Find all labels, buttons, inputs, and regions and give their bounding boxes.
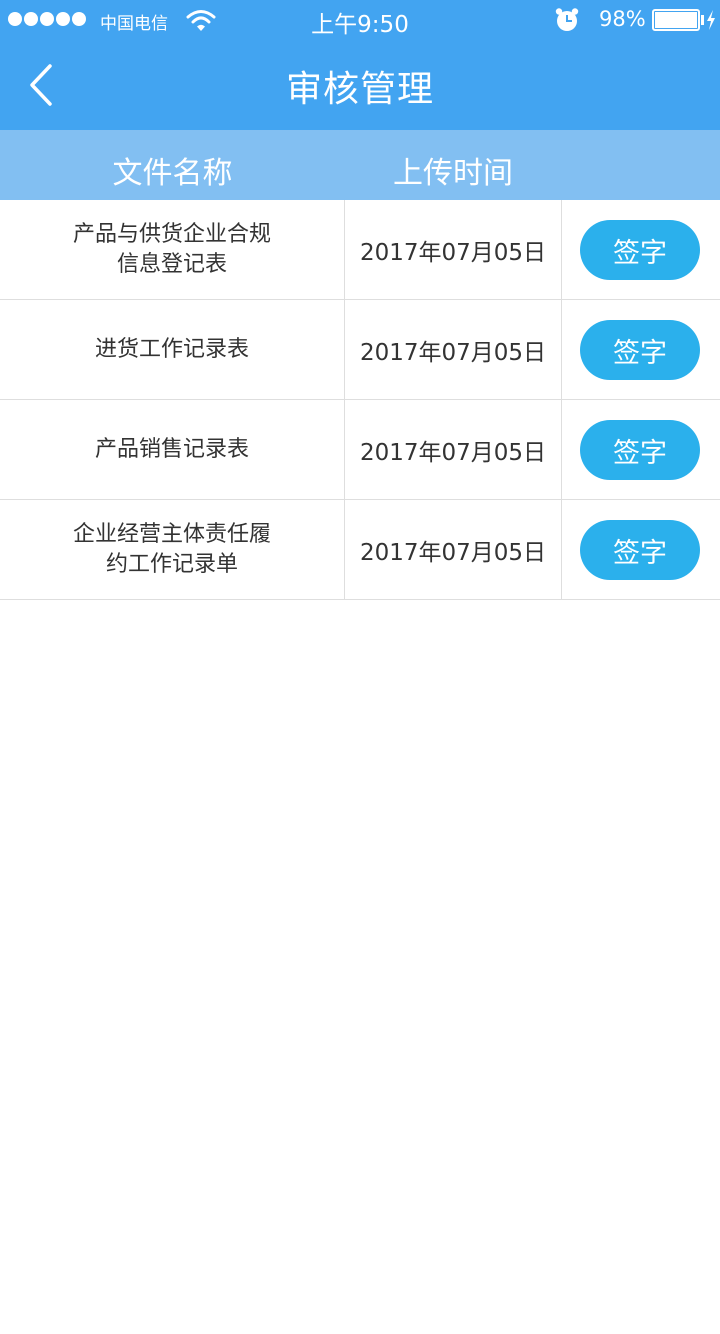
header-upload-time: 上传时间: [393, 156, 513, 191]
table-header: 文件名称 上传时间: [0, 130, 720, 200]
upload-time-cell: 2017年07月05日: [345, 400, 562, 499]
battery-icon: [652, 9, 700, 31]
sign-button[interactable]: 签字: [580, 520, 700, 580]
file-name: 企业经营主体责任履约工作记录单: [72, 521, 271, 577]
sign-button[interactable]: 签字: [580, 220, 700, 280]
header-file-name: 文件名称: [112, 156, 233, 191]
file-name-cell: 进货工作记录表: [0, 300, 345, 399]
charging-bolt-icon: [707, 10, 715, 30]
table-row: 产品与供货企业合规信息登记表 2017年07月05日 签字: [0, 200, 720, 300]
status-bar: 中国电信 上午9:50 98%: [0, 0, 720, 40]
file-name: 进货工作记录表: [94, 336, 249, 362]
sign-button[interactable]: 签字: [580, 420, 700, 480]
file-name: 产品与供货企业合规信息登记表: [72, 221, 271, 277]
table-row: 企业经营主体责任履约工作记录单 2017年07月05日 签字: [0, 500, 720, 600]
file-name-cell: 产品与供货企业合规信息登记表: [0, 200, 345, 299]
table-row: 进货工作记录表 2017年07月05日 签字: [0, 300, 720, 400]
file-name: 产品销售记录表: [94, 436, 249, 462]
table-row: 产品销售记录表 2017年07月05日 签字: [0, 400, 720, 500]
file-name-cell: 企业经营主体责任履约工作记录单: [0, 500, 345, 599]
upload-time-cell: 2017年07月05日: [345, 300, 562, 399]
sign-button[interactable]: 签字: [580, 320, 700, 380]
navigation-bar: 审核管理: [0, 40, 720, 130]
battery-tip: [701, 15, 704, 25]
upload-time-cell: 2017年07月05日: [345, 500, 562, 599]
page-title: 审核管理: [285, 69, 434, 110]
file-name-cell: 产品销售记录表: [0, 400, 345, 499]
alarm-icon: [555, 8, 579, 31]
document-table: 产品与供货企业合规信息登记表 2017年07月05日 签字 进货工作记录表 20…: [0, 200, 720, 600]
battery-percentage: 98%: [599, 7, 646, 31]
upload-time-cell: 2017年07月05日: [345, 200, 562, 299]
